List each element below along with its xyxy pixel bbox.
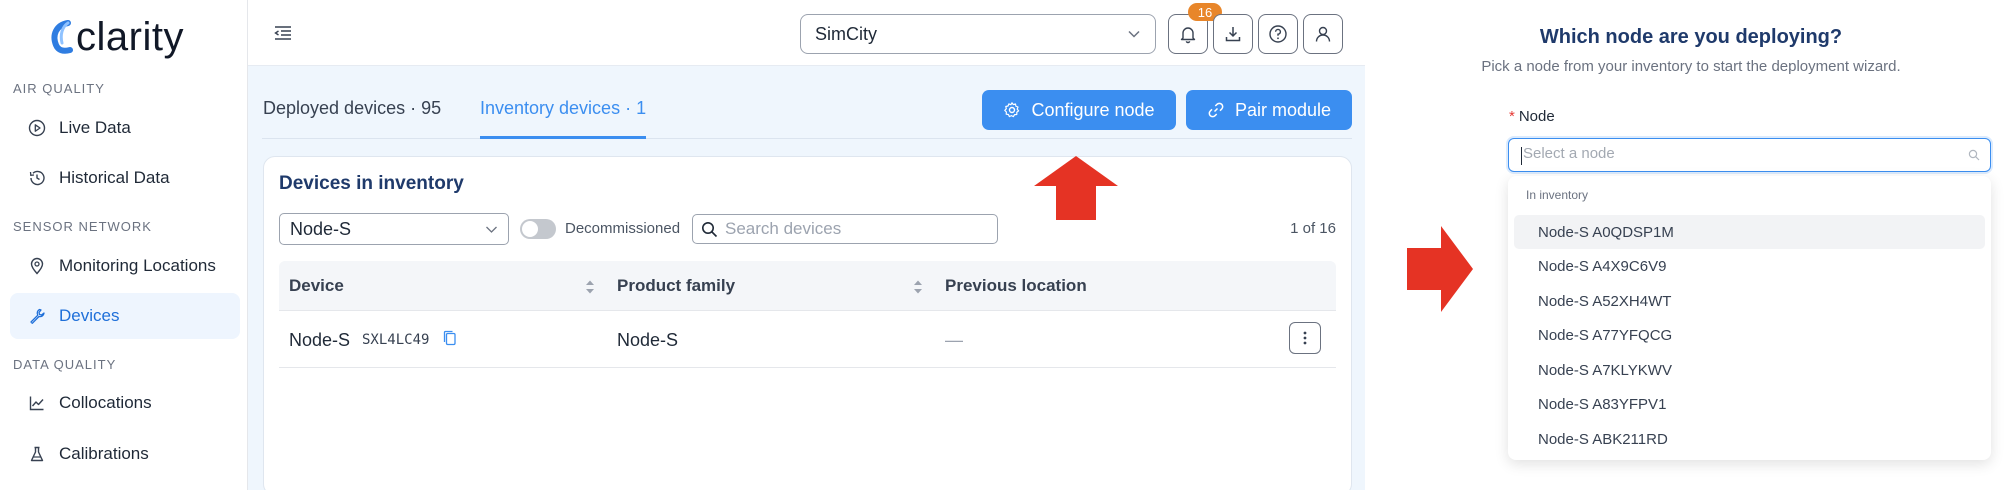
annotation-up-arrow	[1034, 156, 1118, 220]
product-family-filter[interactable]: Node-S	[279, 213, 509, 245]
dropdown-option[interactable]: Node-S A77YFQCG	[1514, 318, 1985, 352]
search-icon	[1968, 149, 1980, 161]
help-button[interactable]	[1258, 14, 1298, 54]
location-pin-icon	[28, 257, 46, 275]
tabs-divider	[262, 138, 1352, 139]
decommissioned-label: Decommissioned	[565, 220, 681, 237]
account-button[interactable]	[1303, 14, 1343, 54]
dropdown-group-label: In inventory	[1526, 188, 1589, 202]
node-label-text: Node	[1518, 108, 1555, 125]
pair-module-label: Pair module	[1234, 99, 1332, 120]
sidebar-item-label: Devices	[59, 306, 120, 325]
section-label-air-quality: AIR QUALITY	[13, 81, 105, 96]
clarity-logo-icon	[48, 17, 74, 57]
sidebar-item-label: Live Data	[59, 118, 131, 137]
page-indicator: 1 of 16	[1290, 220, 1336, 237]
column-header-previous-location: Previous location	[945, 276, 1087, 295]
product-family-cell: Node-S	[617, 330, 679, 350]
node-dropdown: In inventory Node-S A0QDSP1M Node-S A4X9…	[1508, 176, 1991, 460]
dropdown-option[interactable]: Node-S A0QDSP1M	[1514, 215, 1985, 249]
topbar: SimCity 16	[248, 0, 1365, 66]
column-header-device[interactable]: Device	[289, 276, 344, 296]
node-select-input[interactable]	[1523, 145, 1943, 162]
node-field-label: * Node	[1509, 108, 1555, 125]
search-icon	[702, 222, 718, 238]
bell-icon	[1180, 27, 1196, 44]
download-button[interactable]	[1213, 14, 1253, 54]
chevron-down-icon	[1128, 30, 1140, 38]
dropdown-option[interactable]: Node-S A83YFPV1	[1514, 387, 1985, 421]
sidebar: clarity AIR QUALITY Live Data Historical…	[0, 0, 248, 490]
history-icon	[28, 169, 46, 187]
line-chart-icon	[28, 394, 46, 412]
sidebar-item-label: Collocations	[59, 393, 152, 412]
main-content: SimCity 16 Deployed devices · 95 Invento…	[248, 0, 1365, 490]
search-devices-input[interactable]	[725, 219, 985, 239]
toggle-knob	[522, 221, 538, 237]
previous-location-cell: —	[945, 330, 963, 350]
node-select-field[interactable]	[1508, 138, 1991, 172]
organization-select-value: SimCity	[815, 23, 877, 44]
text-caret	[1521, 147, 1522, 165]
tab-inventory-devices[interactable]: Inventory devices · 1	[480, 98, 646, 119]
app-logo[interactable]: clarity	[48, 12, 184, 62]
device-serial: SXL4LC49	[362, 332, 430, 348]
help-circle-icon	[1269, 25, 1287, 43]
sidebar-item-historical-data[interactable]: Historical Data	[10, 155, 240, 201]
dropdown-option[interactable]: Node-S ABK211RD	[1514, 422, 1985, 456]
play-circle-icon	[28, 119, 46, 137]
pair-module-button[interactable]: Pair module	[1186, 90, 1352, 130]
decommissioned-toggle[interactable]	[520, 219, 556, 239]
dropdown-option[interactable]: Node-S A4X9C6V9	[1514, 249, 1985, 283]
screen: clarity AIR QUALITY Live Data Historical…	[0, 0, 2014, 490]
row-actions-button[interactable]	[1289, 322, 1321, 354]
download-icon	[1225, 27, 1241, 42]
product-family-filter-value: Node-S	[290, 218, 352, 239]
required-marker: *	[1509, 108, 1515, 125]
section-label-data-quality: DATA QUALITY	[13, 357, 117, 372]
wizard-subtitle: Pick a node from your inventory to start…	[1481, 58, 1901, 75]
device-name: Node-S	[289, 330, 351, 350]
configure-node-label: Configure node	[1031, 99, 1155, 120]
sort-icon[interactable]	[585, 278, 595, 296]
link-icon	[1208, 102, 1224, 118]
inventory-card: Devices in inventory Node-S Decommission…	[263, 156, 1352, 490]
sort-icon[interactable]	[913, 278, 923, 296]
configure-node-button[interactable]: Configure node	[982, 90, 1176, 130]
sidebar-item-devices[interactable]: Devices	[10, 293, 240, 339]
sidebar-item-calibrations[interactable]: Calibrations	[10, 431, 240, 477]
search-devices-field[interactable]	[692, 214, 998, 244]
card-title: Devices in inventory	[279, 173, 464, 194]
chevron-down-icon	[486, 226, 497, 233]
user-icon	[1315, 26, 1331, 42]
dropdown-option[interactable]: Node-S A7KLYKWV	[1514, 353, 1985, 387]
sidebar-item-label: Calibrations	[59, 444, 149, 463]
more-vertical-icon	[1303, 331, 1307, 345]
active-tab-indicator	[480, 136, 646, 139]
annotation-right-arrow	[1407, 226, 1473, 312]
wrench-icon	[28, 307, 46, 325]
sidebar-item-collocations[interactable]: Collocations	[10, 380, 240, 426]
app-name: clarity	[76, 15, 184, 59]
sidebar-item-label: Historical Data	[59, 168, 170, 187]
tab-deployed-devices[interactable]: Deployed devices · 95	[263, 98, 441, 119]
section-label-sensor-network: SENSOR NETWORK	[13, 219, 152, 234]
organization-select[interactable]: SimCity	[800, 14, 1156, 54]
dropdown-option[interactable]: Node-S A52XH4WT	[1514, 284, 1985, 318]
table-row[interactable]: Node-S SXL4LC49 Node-S —	[279, 312, 1336, 368]
copy-icon[interactable]	[443, 330, 457, 346]
column-header-product-family[interactable]: Product family	[617, 276, 735, 296]
sidebar-item-monitoring-locations[interactable]: Monitoring Locations	[10, 243, 240, 289]
sidebar-item-label: Monitoring Locations	[59, 256, 216, 275]
collapse-sidebar-icon[interactable]	[272, 22, 294, 44]
flask-icon	[28, 445, 46, 463]
gear-icon	[1004, 102, 1020, 118]
wizard-title: Which node are you deploying?	[1539, 26, 1843, 48]
table-header: Device Product family Previous location	[279, 261, 1336, 311]
sidebar-item-live-data[interactable]: Live Data	[10, 105, 240, 151]
